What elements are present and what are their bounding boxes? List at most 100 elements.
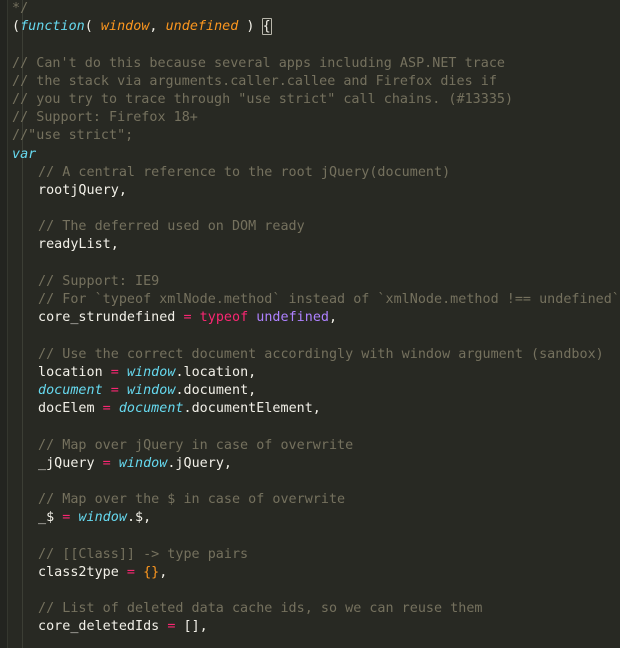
code-token-constant: undefined — [256, 310, 330, 326]
code-token-paramref: window — [126, 382, 176, 398]
code-line[interactable]: // Use the correct document accordingly … — [0, 346, 620, 364]
code-token-comment: // Map over the $ in case of overwrite — [38, 492, 346, 508]
code-token-plain: ) — [238, 19, 263, 35]
code-line[interactable] — [0, 327, 620, 345]
code-token-paramref: document — [118, 401, 184, 417]
code-token-plain: , — [329, 310, 338, 326]
code-token-plain: readyList, — [38, 237, 119, 253]
code-token-plain: [], — [183, 619, 208, 635]
code-line[interactable]: // Map over jQuery in case of overwrite — [0, 437, 620, 455]
code-token-typeof: typeof — [199, 310, 249, 326]
code-token-plain: core_strundefined — [38, 310, 184, 326]
code-token-paramref: window — [118, 455, 168, 471]
code-line[interactable]: // The deferred used on DOM ready — [0, 218, 620, 236]
code-token-operator: = — [126, 564, 135, 580]
code-line[interactable]: document = window.document, — [0, 382, 620, 400]
code-token-comment: // Support: Firefox 18+ — [12, 110, 198, 126]
code-token-plain: docElem — [38, 401, 103, 417]
code-token-operator: = — [102, 401, 111, 417]
code-line[interactable] — [0, 36, 620, 54]
code-token-comment: // List of deleted data cache ids, so we… — [38, 601, 483, 617]
code-line[interactable]: _$ = window.$, — [0, 509, 620, 527]
code-token-plain: core_deletedIds — [38, 619, 168, 635]
code-token-plain: ( — [84, 19, 101, 35]
code-line[interactable]: // For `typeof xmlNode.method` instead o… — [0, 291, 620, 309]
code-line[interactable] — [0, 473, 620, 491]
code-editor[interactable]: */ (function( window, undefined ) { // Can… — [0, 0, 620, 648]
code-token-plain: _jQuery — [38, 455, 103, 471]
code-token-plain: , — [159, 564, 168, 580]
code-token-comment: // [[Class]] -> type pairs — [38, 546, 249, 562]
code-token-plain: .document, — [175, 382, 257, 398]
code-line[interactable]: */ — [0, 0, 620, 18]
code-token-param: undefined — [165, 19, 239, 35]
code-token-comment: // A central reference to the root jQuer… — [38, 164, 451, 180]
code-line[interactable]: _jQuery = window.jQuery, — [0, 455, 620, 473]
code-line[interactable]: // Map over the $ in case of overwrite — [0, 491, 620, 509]
code-line[interactable]: location = window.location, — [0, 364, 620, 382]
code-line[interactable]: readyList, — [0, 236, 620, 254]
code-token-plain: location — [38, 364, 111, 380]
code-token-plain: , — [149, 19, 166, 35]
code-token-operator: = — [110, 382, 119, 398]
code-line[interactable]: var — [0, 146, 620, 164]
code-line[interactable]: // you try to trace through "use strict"… — [0, 91, 620, 109]
code-token-keyword: var — [12, 146, 37, 162]
code-token-paramref: window — [78, 510, 127, 526]
code-token-comment: // you try to trace through "use strict"… — [12, 91, 514, 107]
code-token-operator: = — [110, 364, 119, 380]
code-token-plain: _$ — [38, 510, 63, 526]
code-line[interactable]: (function( window, undefined ) { — [0, 18, 620, 36]
code-token-paramref: document — [38, 382, 103, 398]
code-token-param: window — [100, 19, 150, 35]
code-token-keyword: function — [20, 19, 85, 35]
code-line[interactable]: //"use strict"; — [0, 127, 620, 145]
code-token-paramref: window — [126, 364, 176, 380]
code-token-plain: .documentElement, — [183, 401, 321, 417]
code-line[interactable]: rootjQuery, — [0, 182, 620, 200]
code-token-plain: class2type — [38, 564, 127, 580]
code-line[interactable]: core_deletedIds = [], — [0, 618, 620, 636]
code-token-comment: // the stack via arguments.caller.callee… — [12, 73, 497, 89]
code-line[interactable]: core_strundefined = typeof undefined, — [0, 309, 620, 327]
code-token-plain: .location, — [175, 364, 257, 380]
code-line[interactable] — [0, 255, 620, 273]
code-line[interactable]: docElem = document.documentElement, — [0, 400, 620, 418]
code-token-comment: // Use the correct document accordingly … — [38, 346, 604, 362]
code-token-comment: // Map over jQuery in case of overwrite — [38, 437, 354, 453]
code-line[interactable] — [0, 200, 620, 218]
code-surface[interactable]: */ (function( window, undefined ) { // Can… — [0, 0, 620, 648]
code-line[interactable]: // Support: Firefox 18+ — [0, 109, 620, 127]
code-line[interactable]: class2type = {}, — [0, 564, 620, 582]
code-token-comment: // The deferred used on DOM ready — [38, 219, 305, 235]
code-token-plain: .jQuery, — [167, 455, 232, 471]
code-token-comment: // Can't do this because several apps in… — [12, 55, 505, 71]
code-line[interactable] — [0, 582, 620, 600]
code-line[interactable]: // the stack via arguments.caller.callee… — [0, 73, 620, 91]
code-token-operator: = — [102, 455, 111, 471]
code-line[interactable] — [0, 527, 620, 545]
code-line[interactable] — [0, 418, 620, 436]
code-line[interactable]: // Support: IE9 — [0, 273, 620, 291]
code-line[interactable]: // [[Class]] -> type pairs — [0, 546, 620, 564]
code-token-comment: // Support: IE9 — [38, 273, 160, 289]
code-token-plain: ( — [12, 19, 21, 35]
code-token-brace: {} — [143, 564, 160, 580]
code-token-plain: rootjQuery, — [38, 182, 127, 198]
code-token-operator: = — [183, 310, 192, 326]
code-line[interactable]: // A central reference to the root jQuer… — [0, 164, 620, 182]
code-line[interactable]: // Can't do this because several apps in… — [0, 55, 620, 73]
code-token-comment: */ — [12, 1, 29, 16]
code-line[interactable]: // List of deleted data cache ids, so we… — [0, 600, 620, 618]
matching-brace-highlight: { — [261, 18, 272, 36]
code-token-plain: .$, — [126, 510, 152, 526]
code-token-comment: //"use strict"; — [12, 128, 134, 144]
